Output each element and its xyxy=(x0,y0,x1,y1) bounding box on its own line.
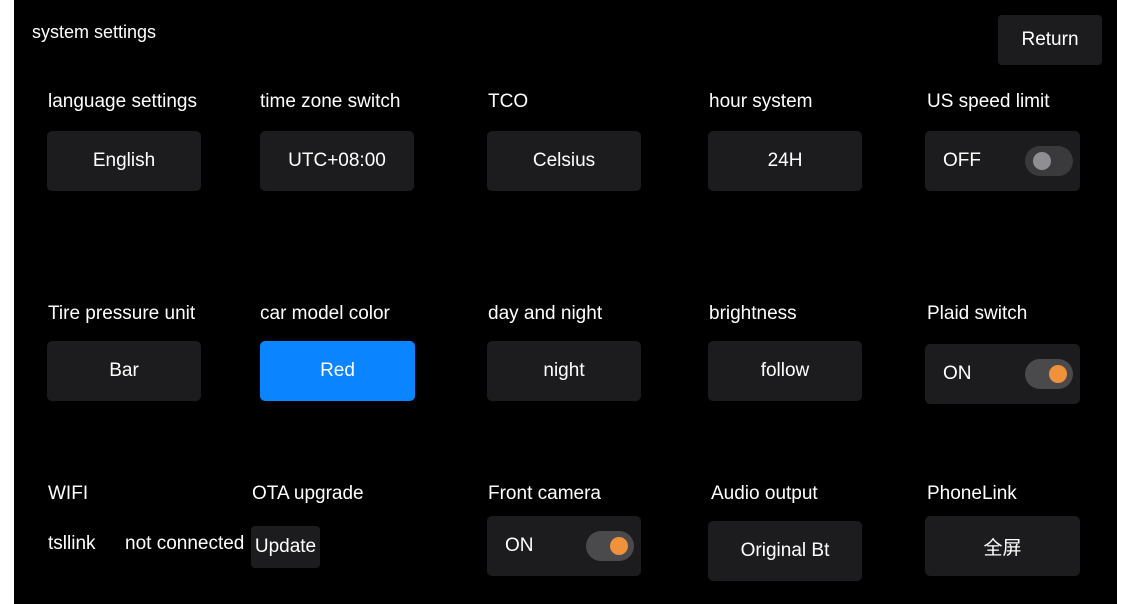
plaid-switch[interactable] xyxy=(1025,359,1073,389)
audio-output-button[interactable]: Original Bt xyxy=(708,521,862,581)
hour-system-label: hour system xyxy=(709,91,813,112)
car-model-color-label: car model color xyxy=(260,303,390,324)
us-speed-limit-toggle[interactable]: OFF xyxy=(925,131,1080,191)
settings-screen: system settings Return language settings… xyxy=(14,0,1117,604)
front-camera-switch[interactable] xyxy=(586,531,634,561)
phonelink-label: PhoneLink xyxy=(927,483,1017,504)
front-camera-state: ON xyxy=(505,535,534,556)
phonelink-button[interactable]: 全屏 xyxy=(925,516,1080,576)
plaid-state: ON xyxy=(943,363,972,384)
wifi-status: not connected xyxy=(125,533,245,554)
ota-upgrade-label: OTA upgrade xyxy=(252,483,364,504)
tco-button[interactable]: Celsius xyxy=(487,131,641,191)
language-button[interactable]: English xyxy=(47,131,201,191)
brightness-button[interactable]: follow xyxy=(708,341,862,401)
hour-system-button[interactable]: 24H xyxy=(708,131,862,191)
front-camera-label: Front camera xyxy=(488,483,601,504)
tire-pressure-label: Tire pressure unit xyxy=(48,303,196,324)
switch-knob xyxy=(1033,152,1051,170)
day-night-button[interactable]: night xyxy=(487,341,641,401)
page-title: system settings xyxy=(32,22,157,42)
us-speed-limit-state: OFF xyxy=(943,150,981,171)
us-speed-limit-label: US speed limit xyxy=(927,91,1050,112)
tco-label: TCO xyxy=(488,91,529,112)
car-model-color-button[interactable]: Red xyxy=(260,341,415,401)
return-button[interactable]: Return xyxy=(998,15,1102,65)
front-camera-toggle[interactable]: ON xyxy=(487,516,641,576)
language-settings-label: language settings xyxy=(48,91,197,112)
day-night-label: day and night xyxy=(488,303,603,324)
wifi-ssid: tsllink xyxy=(48,533,96,554)
wifi-label: WIFI xyxy=(48,483,89,504)
switch-knob xyxy=(1049,365,1067,383)
time-zone-button[interactable]: UTC+08:00 xyxy=(260,131,414,191)
time-zone-label: time zone switch xyxy=(260,91,401,112)
audio-output-label: Audio output xyxy=(711,483,818,504)
switch-knob xyxy=(610,537,628,555)
plaid-switch-label: Plaid switch xyxy=(927,303,1028,324)
tire-pressure-button[interactable]: Bar xyxy=(47,341,201,401)
us-speed-limit-switch[interactable] xyxy=(1025,146,1073,176)
plaid-toggle[interactable]: ON xyxy=(925,344,1080,404)
ota-update-button[interactable]: Update xyxy=(251,526,320,568)
brightness-label: brightness xyxy=(709,303,797,324)
